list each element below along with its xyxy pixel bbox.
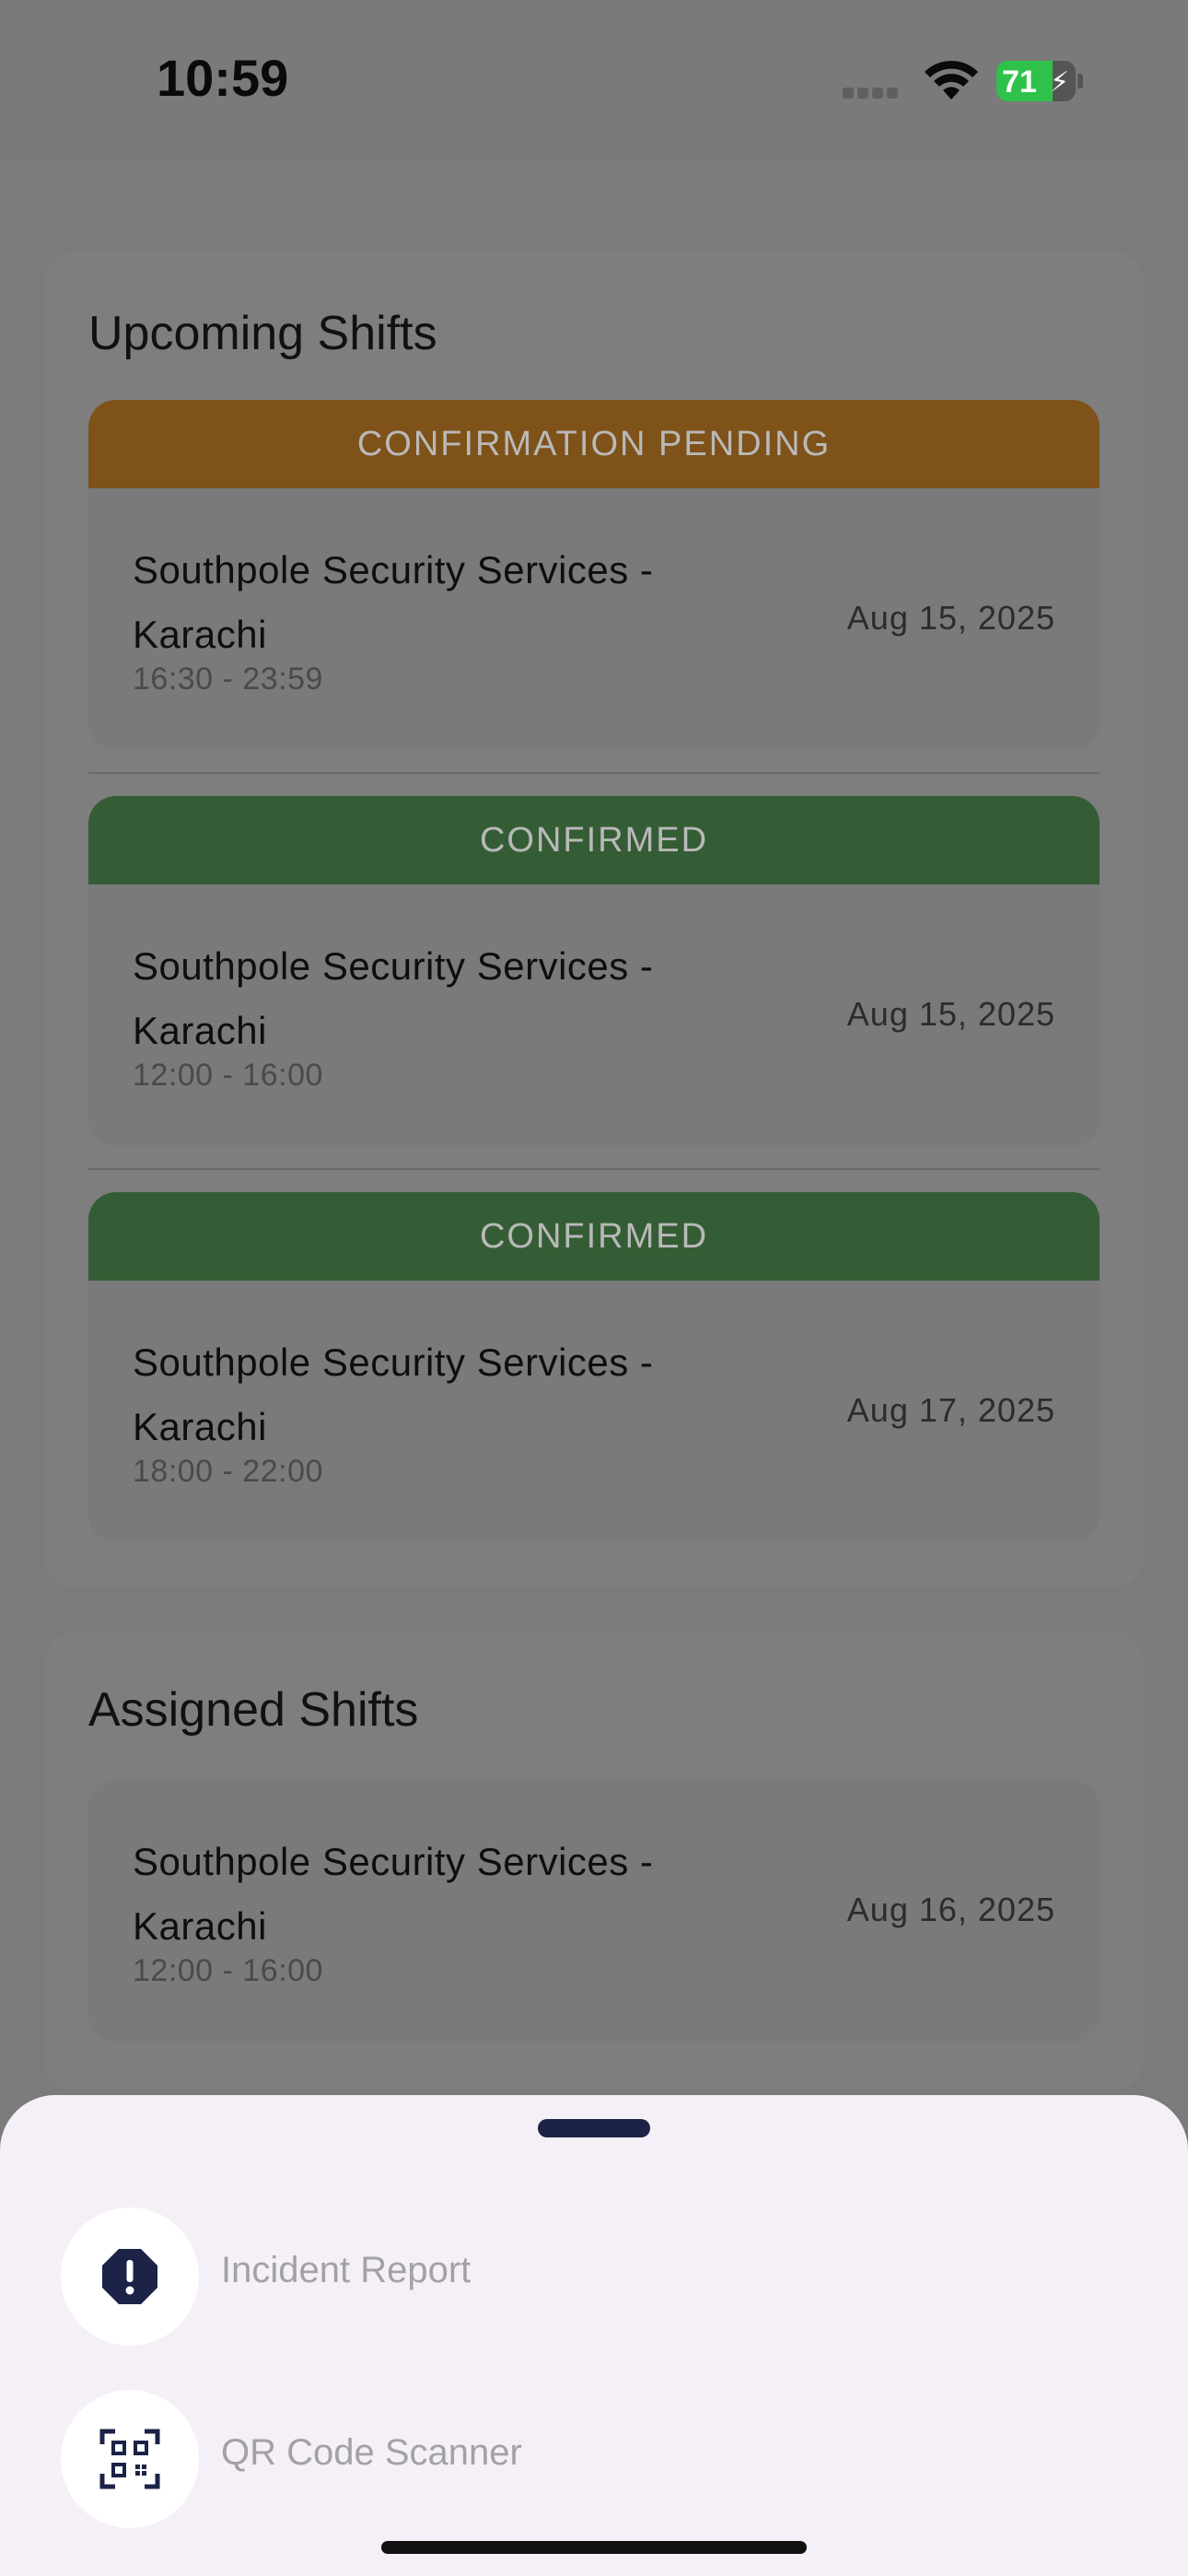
- status-banner-confirmed: CONFIRMED: [88, 796, 1100, 884]
- battery-icon: 71 ⚡: [996, 61, 1085, 101]
- wifi-icon: [925, 60, 978, 100]
- shift-hours: 18:00 - 22:00: [133, 1454, 323, 1489]
- incident-report-icon-circle: [61, 2207, 199, 2346]
- shift-hours: 12:00 - 16:00: [133, 1058, 323, 1093]
- upcoming-shifts-card: Upcoming Shifts CONFIRMATION PENDING Sou…: [44, 251, 1144, 1588]
- qr-code-scanner-button[interactable]: QR Code Scanner: [61, 2390, 890, 2528]
- shift-date: Aug 15, 2025: [846, 599, 1055, 637]
- shift-company: Southpole Security Services - Karachi: [133, 548, 654, 656]
- shift-company: Southpole Security Services - Karachi: [133, 1341, 654, 1448]
- incident-report-button[interactable]: Incident Report: [61, 2207, 890, 2346]
- shift-item[interactable]: Southpole Security Services - Karachi 12…: [88, 1780, 1100, 2042]
- status-bar: 10:59 71 ⚡: [0, 0, 1188, 162]
- sheet-grabber-handle[interactable]: [538, 2119, 650, 2137]
- shift-details: Southpole Security Services - Karachi 12…: [88, 1780, 1100, 2042]
- shift-hours: 12:00 - 16:00: [133, 1953, 323, 1988]
- upcoming-shifts-title: Upcoming Shifts: [88, 307, 437, 360]
- qr-code-scanner-icon-circle: [61, 2390, 199, 2528]
- shift-item[interactable]: CONFIRMED Southpole Security Services - …: [88, 1192, 1100, 1542]
- status-banner-confirmed: CONFIRMED: [88, 1192, 1100, 1281]
- shift-date: Aug 15, 2025: [846, 995, 1055, 1033]
- divider: [88, 772, 1100, 774]
- qr-code-scanner-label: QR Code Scanner: [221, 2432, 522, 2473]
- shift-item[interactable]: CONFIRMATION PENDING Southpole Security …: [88, 400, 1100, 750]
- home-indicator: [381, 2541, 807, 2554]
- shift-details: Southpole Security Services - Karachi 18…: [88, 1281, 1100, 1542]
- shift-details: Southpole Security Services - Karachi 16…: [88, 488, 1100, 750]
- qr-code-icon: [99, 2429, 160, 2489]
- action-bottom-sheet: Incident Report QR Code Scanner: [0, 2095, 1188, 2576]
- battery-percent: 71: [1002, 64, 1037, 100]
- assigned-shifts-title: Assigned Shifts: [88, 1683, 419, 1737]
- alert-octagon-icon: [102, 2249, 157, 2304]
- divider: [88, 1168, 1100, 1170]
- assigned-shifts-card: Assigned Shifts Southpole Security Servi…: [44, 1631, 1144, 2091]
- shift-item[interactable]: CONFIRMED Southpole Security Services - …: [88, 796, 1100, 1146]
- shift-company: Southpole Security Services - Karachi: [133, 944, 654, 1052]
- cellular-signal-icon: [843, 87, 905, 100]
- status-time: 10:59: [157, 49, 289, 107]
- status-banner-pending: CONFIRMATION PENDING: [88, 400, 1100, 488]
- charging-bolt-icon: ⚡: [1050, 67, 1070, 98]
- shift-details: Southpole Security Services - Karachi 12…: [88, 884, 1100, 1146]
- shift-date: Aug 16, 2025: [846, 1891, 1055, 1928]
- incident-report-label: Incident Report: [221, 2250, 472, 2290]
- shift-date: Aug 17, 2025: [846, 1391, 1055, 1429]
- shift-company: Southpole Security Services - Karachi: [133, 1840, 654, 1948]
- shift-hours: 16:30 - 23:59: [133, 662, 323, 697]
